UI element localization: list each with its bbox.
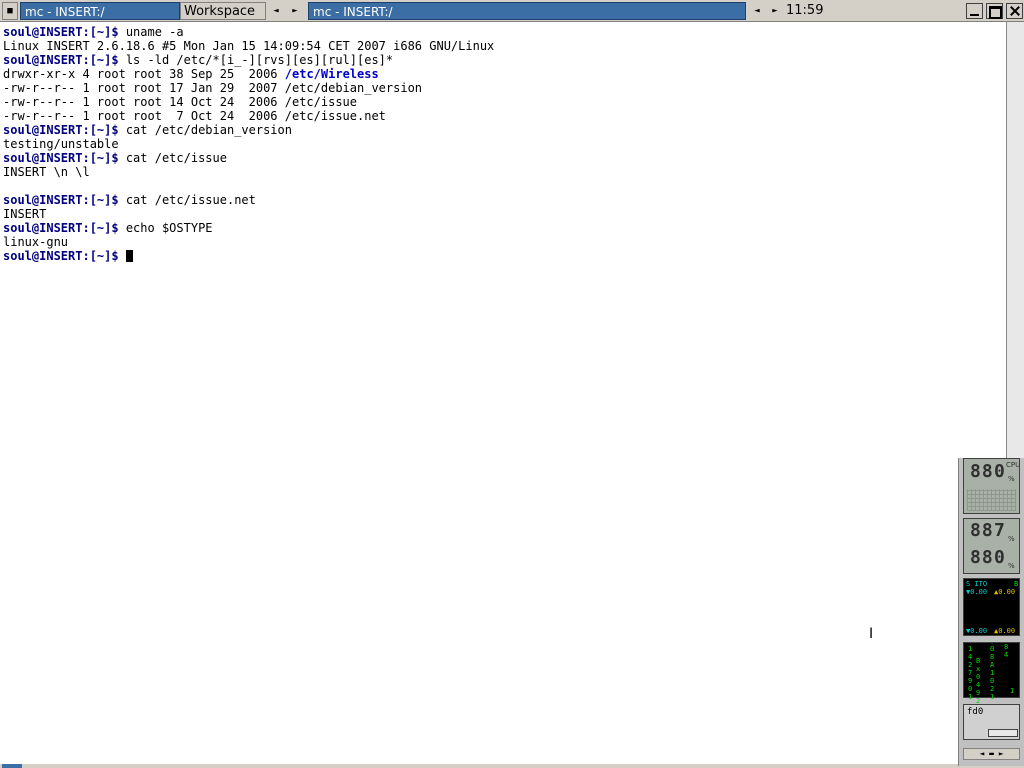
window-menu-icon[interactable]: ■ [2,2,18,20]
swap-value: 0 [994,547,1006,568]
horizontal-scrollbar[interactable] [0,764,1024,768]
net-interface: S ITO [966,580,988,588]
clock: 11:59 [786,3,824,18]
cpu-monitor[interactable]: 88 0 % CPU [963,458,1020,514]
scrollbar-thumb[interactable] [2,764,22,768]
terminal-line: drwxr-xr-x 4 root root 38 Sep 25 2006 /e… [3,67,494,81]
terminal-line: INSERT \n \l [3,165,494,179]
line-text: INSERT \n \l [3,165,90,179]
line-text: -rw-r--r-- 1 root root 14 Oct 24 2006 /e… [3,95,358,109]
cpu-label: CPU [1006,461,1021,469]
close-button[interactable] [1006,3,1023,19]
command-text: ls -ld /etc/*[i_-][rvs][es][rul][es]* [118,53,394,67]
directory-name: /etc/Wireless [284,67,379,81]
line-text: testing/unstable [3,137,119,151]
shell-prompt: soul@INSERT:[~]$ [3,221,119,235]
terminal-line: -rw-r--r-- 1 root root 14 Oct 24 2006 /e… [3,95,494,109]
mem-value: 7 [994,520,1006,541]
terminal-cursor [125,250,133,262]
command-text: cat /etc/issue [118,151,227,165]
net-up: ▲0.00 [994,588,1016,596]
floppy-mount-app[interactable]: fd0 [963,704,1020,740]
workspace-prev-arrow-icon[interactable]: ◄ [267,2,285,20]
workspace-next-arrow-icon[interactable]: ► [286,2,304,20]
dock-scroll-controls[interactable]: ◄ ▬ ► [963,748,1020,760]
shell-prompt: soul@INSERT:[~]$ [3,249,119,263]
shell-prompt: soul@INSERT:[~]$ [3,25,119,39]
line-text: drwxr-xr-x 4 root root 38 Sep 25 2006 [3,67,285,81]
cpu-graph [967,489,1016,511]
terminal-line: soul@INSERT:[~]$ cat /etc/issue.net [3,193,494,207]
line-text: -rw-r--r-- 1 root root 17 Jan 29 2007 /e… [3,81,423,95]
task-prev-arrow-icon[interactable]: ◄ [748,2,766,20]
task-button-mc[interactable]: mc - INSERT:/ [20,2,180,20]
maximize-button[interactable] [986,3,1003,19]
fd-label: fd0 [967,707,984,717]
line-text: Linux INSERT 2.6.18.6 #5 Mon Jan 15 14:0… [3,39,495,53]
command-text: echo $OSTYPE [118,221,213,235]
network-monitor[interactable]: S ITO B ▼0.00 ▲0.00 ▼0.00 ▲0.00 [963,578,1020,636]
shell-prompt: soul@INSERT:[~]$ [3,193,119,207]
shell-prompt: soul@INSERT:[~]$ [3,151,119,165]
terminal-line: -rw-r--r-- 1 root root 7 Oct 24 2006 /et… [3,109,494,123]
command-text: cat /etc/debian_version [118,123,292,137]
workspace-name[interactable]: Workspace 1 [180,2,266,37]
line-text [119,249,126,263]
terminal-scrollbar[interactable] [1006,22,1024,460]
dock-apps: 88 0 % CPU 88 7 % 88 0 % S ITO B ▼0.00 ▲… [958,458,1024,766]
terminal-output: soul@INSERT:[~]$ uname -a Linux INSERT 2.… [3,25,494,263]
terminal-line: soul@INSERT:[~]$ ls -ld /etc/*[i_-][rvs]… [3,53,494,67]
matrix-dockapp[interactable]: 1427901 Bx0492 08A1021 84 1 [963,642,1020,705]
command-text: uname -a [118,25,184,39]
terminal-line: soul@INSERT:[~]$ [3,249,494,263]
net-down: ▼0.00 [966,588,988,596]
terminal-line: soul@INSERT:[~]$ echo $OSTYPE [3,221,494,235]
terminal-line: Linux INSERT 2.6.18.6 #5 Mon Jan 15 14:0… [3,39,494,53]
terminal-line: INSERT [3,207,494,221]
line-text: linux-gnu [3,235,69,249]
memory-monitor[interactable]: 88 7 % 88 0 % [963,518,1020,574]
terminal-window[interactable]: soul@INSERT:[~]$ uname -a Linux INSERT 2.… [0,22,1006,764]
line-text: INSERT [3,207,47,221]
terminal-line: testing/unstable [3,137,494,151]
terminal-line: -rw-r--r-- 1 root root 17 Jan 29 2007 /e… [3,81,494,95]
terminal-line: soul@INSERT:[~]$ uname -a [3,25,494,39]
taskbar: ■ mc - INSERT:/ Workspace 1 ◄ ► mc - INS… [0,0,1024,37]
active-window-title[interactable]: mc - INSERT:/ [308,2,746,20]
terminal-line: soul@INSERT:[~]$ cat /etc/issue [3,151,494,165]
cpu-value: 0 [994,461,1006,482]
shell-prompt: soul@INSERT:[~]$ [3,123,119,137]
terminal-line: soul@INSERT:[~]$ cat /etc/debian_version [3,123,494,137]
shell-prompt: soul@INSERT:[~]$ [3,53,119,67]
line-text: -rw-r--r-- 1 root root 7 Oct 24 2006 /et… [3,109,386,123]
minimize-button[interactable] [966,3,983,19]
command-text: cat /etc/issue.net [118,193,256,207]
task-next-arrow-icon[interactable]: ► [766,2,784,20]
text-cursor-icon: I [869,626,874,642]
fd-usage-bar [988,729,1018,737]
terminal-line: linux-gnu [3,235,494,249]
